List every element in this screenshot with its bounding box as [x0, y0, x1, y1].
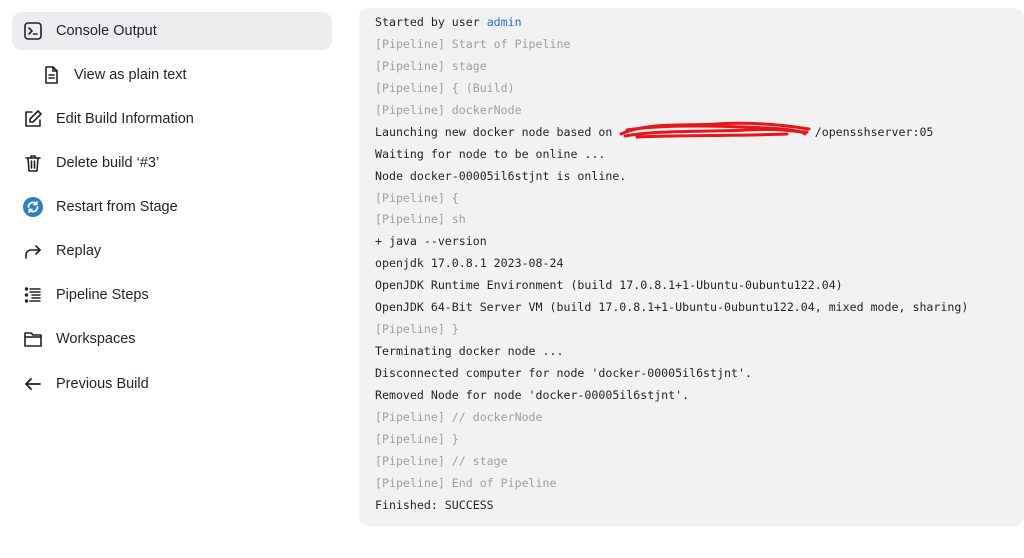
console-line: OpenJDK Runtime Environment (build 17.0.…	[375, 278, 843, 293]
user-link[interactable]: admin	[487, 15, 522, 29]
trash-icon	[22, 152, 44, 174]
console-line: [Pipeline] // dockerNode	[375, 409, 543, 424]
sidebar-item-view-plain-text[interactable]: View as plain text	[12, 56, 332, 94]
sidebar-item-workspaces[interactable]: Workspaces	[12, 320, 332, 358]
console-line: + java --version	[375, 234, 487, 249]
sidebar-item-label: Restart from Stage	[56, 199, 178, 215]
sidebar-item-edit-build-information[interactable]: Edit Build Information	[12, 100, 332, 138]
sidebar-item-label: Replay	[56, 243, 102, 259]
arrow-left-icon	[22, 373, 44, 395]
console-output-panel: Started by user admin [Pipeline] Start o…	[359, 8, 1024, 526]
console-line: [Pipeline] sh	[375, 212, 466, 227]
console-line: OpenJDK 64-Bit Server VM (build 17.0.8.1…	[375, 300, 969, 315]
console-line: [Pipeline] // stage	[375, 453, 508, 468]
sidebar-item-restart-from-stage[interactable]: Restart from Stage	[12, 188, 332, 226]
console-line: [Pipeline] }	[375, 431, 459, 446]
sidebar-item-label: Pipeline Steps	[56, 287, 149, 303]
sidebar-item-label: Edit Build Information	[56, 111, 194, 127]
console-line: Removed Node for node 'docker-00005il6st…	[375, 387, 690, 402]
sidebar-item-label: Workspaces	[56, 331, 136, 347]
sidebar-item-label: View as plain text	[74, 67, 187, 83]
console-line: [Pipeline] {	[375, 190, 459, 205]
sidebar-item-delete-build[interactable]: Delete build ‘#3’	[12, 144, 332, 182]
console-line: [Pipeline] Start of Pipeline	[375, 36, 571, 51]
document-icon	[40, 64, 62, 86]
sidebar-item-previous-build[interactable]: Previous Build	[12, 365, 332, 403]
console-line: Started by user admin	[375, 12, 1024, 34]
console-line: Waiting for node to be online ...	[375, 146, 606, 161]
console-text: Started by user	[375, 15, 487, 29]
sidebar-item-pipeline-steps[interactable]: Pipeline Steps	[12, 276, 332, 314]
console-line: [Pipeline] { (Build)	[375, 80, 515, 95]
sidebar-item-console-output[interactable]: Console Output	[12, 12, 332, 50]
console-line: Node docker-00005il6stjnt is online.	[375, 168, 627, 183]
console-line: Terminating docker node ...	[375, 344, 564, 359]
console-line: Finished: SUCCESS	[375, 497, 494, 512]
list-icon	[22, 284, 44, 306]
sidebar-item-label: Delete build ‘#3’	[56, 155, 160, 171]
sidebar-item-label: Console Output	[56, 23, 157, 39]
sidebar-item-label: Previous Build	[56, 376, 149, 392]
console-line: openjdk 17.0.8.1 2023-08-24	[375, 256, 564, 271]
folder-icon	[22, 328, 44, 350]
console-line: [Pipeline] End of Pipeline	[375, 475, 557, 490]
console-line: [Pipeline] stage	[375, 58, 487, 73]
sidebar-item-replay[interactable]: Replay	[12, 232, 332, 270]
console-line: [Pipeline] }	[375, 322, 459, 337]
redaction-scribble	[619, 121, 811, 139]
replay-icon	[22, 240, 44, 262]
sidebar: Console Output View as plain text Edit B…	[0, 0, 345, 558]
edit-icon	[22, 108, 44, 130]
restart-icon	[22, 196, 44, 218]
terminal-icon	[22, 20, 44, 42]
console-line: Disconnected computer for node 'docker-0…	[375, 366, 752, 380]
